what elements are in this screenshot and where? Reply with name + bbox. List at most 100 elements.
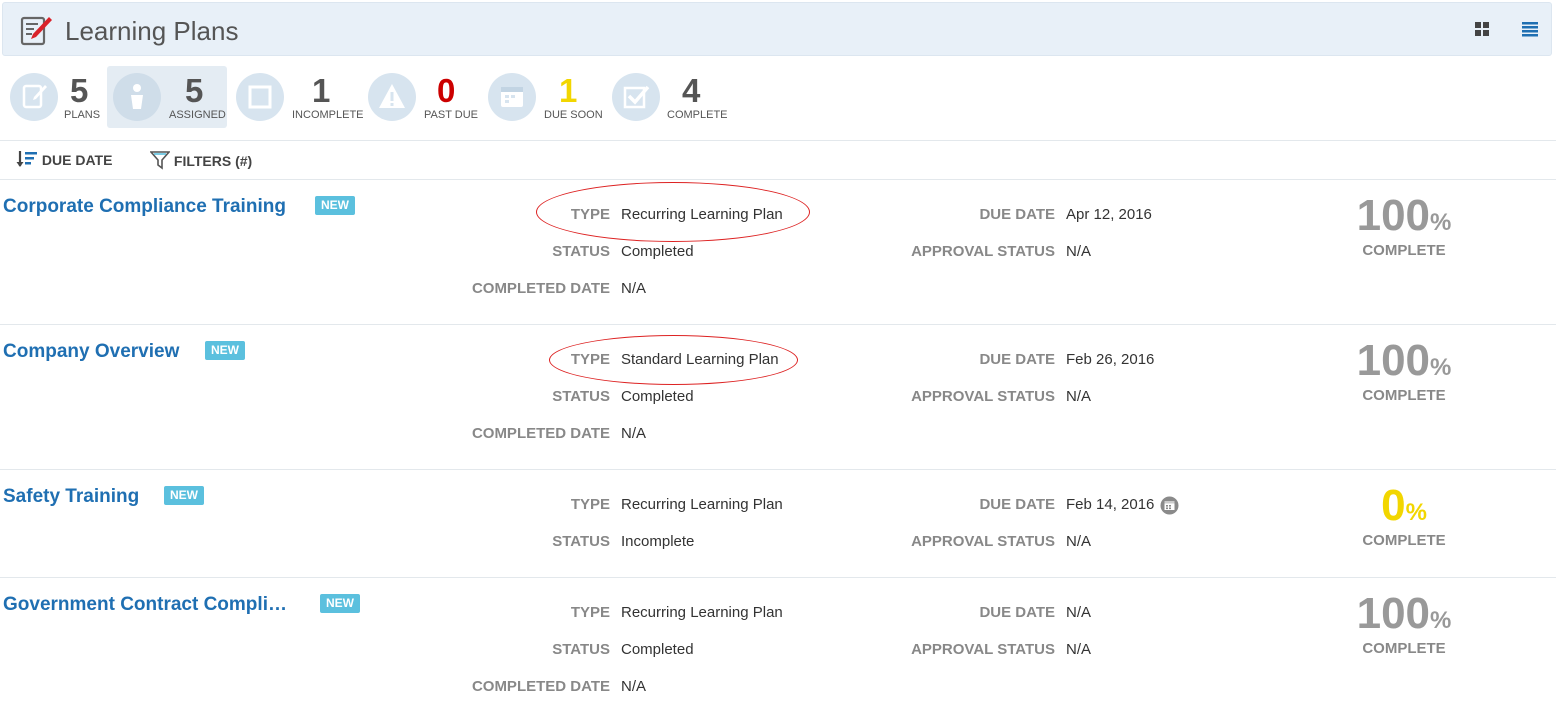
type-value: Recurring Learning Plan [621,496,783,513]
stat-assigned[interactable]: 5 ASSIGNED [107,66,227,128]
plan-title[interactable]: Corporate Compliance Training [3,196,286,218]
divider [0,469,1556,470]
sort-icon [16,151,37,167]
percent-complete: 100% [1304,191,1504,241]
filters-button[interactable]: FILTERS (#) [149,150,253,170]
filters-label: FILTERS (#) [173,153,253,169]
due-soon-calendar-icon [1160,496,1179,515]
stat-value: 1 [559,72,578,109]
annotation-ellipse [549,335,798,385]
divider [0,324,1556,325]
divider [0,179,1556,180]
stat-incomplete[interactable]: 1 INCOMPLETE [234,66,364,128]
due-date-value: Feb 26, 2016 [1066,351,1155,368]
new-badge: NEW [205,341,245,360]
percent-value: 100 [1356,589,1431,638]
status-label: STATUS [552,243,610,260]
type-label: TYPE [570,604,610,621]
checkbox-icon [612,73,660,121]
completed-date-label: COMPLETED DATE [471,425,610,442]
page-header: Learning Plans [2,2,1552,56]
completed-date-label: COMPLETED DATE [471,280,610,297]
percent-complete: 100% [1304,336,1504,386]
type-value: Recurring Learning Plan [621,604,783,621]
sort-label: DUE DATE [41,152,113,168]
stat-label: COMPLETE [667,109,728,121]
approval-status-label: APPROVAL STATUS [911,641,1055,658]
due-date-value: N/A [1066,604,1092,621]
status-label: STATUS [552,641,610,658]
percent-sign: % [1430,209,1452,236]
approval-status-label: APPROVAL STATUS [911,533,1055,550]
stat-label: ASSIGNED [169,109,226,121]
new-badge: NEW [315,196,355,215]
approval-status-value: N/A [1066,641,1092,658]
approval-status-label: APPROVAL STATUS [911,388,1055,405]
percent-sign: % [1405,499,1427,526]
square-icon [236,73,284,121]
calendar-icon [488,73,536,121]
plans-icon [10,73,58,121]
completed-date-value: N/A [621,678,647,695]
plan-title[interactable]: Safety Training [3,486,139,508]
stat-value: 5 [185,72,204,109]
stat-label: DUE SOON [544,109,603,121]
status-value: Completed [621,641,694,658]
new-badge: NEW [320,594,360,613]
stat-label: INCOMPLETE [292,109,364,121]
status-value: Completed [621,243,694,260]
annotation-ellipse [536,182,810,242]
stat-plans[interactable]: 5 PLANS [8,66,103,128]
approval-status-value: N/A [1066,388,1092,405]
stat-label: PAST DUE [424,109,478,121]
percent-value: 100 [1356,191,1431,240]
due-date-label: DUE DATE [979,496,1055,513]
completed-date-label: COMPLETED DATE [471,678,610,695]
stat-past-due[interactable]: 0 PAST DUE [366,66,481,128]
due-date-label: DUE DATE [979,206,1055,223]
stat-value: 1 [312,72,331,109]
plan-title[interactable]: Government Contract Compli… [3,594,287,616]
percent-complete: 0% [1304,481,1504,531]
grid-view-icon[interactable] [1473,20,1491,38]
stat-value: 4 [682,72,701,109]
divider [0,140,1556,141]
stat-value: 0 [437,72,456,109]
stat-label: PLANS [64,109,101,121]
warning-icon [368,73,416,121]
percent-sign: % [1430,354,1452,381]
percent-value: 100 [1356,336,1431,385]
filter-icon [149,151,171,170]
approval-status-value: N/A [1066,533,1092,550]
sort-due-date-button[interactable]: DUE DATE [16,150,112,168]
complete-label: COMPLETE [1362,532,1446,549]
completed-date-value: N/A [621,425,647,442]
stat-value: 5 [70,72,89,109]
learning-plan-icon [20,16,52,46]
due-date-value: Apr 12, 2016 [1066,206,1152,223]
status-value: Completed [621,388,694,405]
approval-status-label: APPROVAL STATUS [911,243,1055,260]
stat-complete[interactable]: 4 COMPLETE [610,66,728,128]
percent-sign: % [1430,607,1452,634]
plan-title[interactable]: Company Overview [3,341,179,363]
complete-label: COMPLETE [1362,242,1446,259]
type-label: TYPE [570,496,610,513]
list-view-icon[interactable] [1521,20,1539,38]
divider [0,577,1556,578]
completed-date-value: N/A [621,280,647,297]
status-label: STATUS [552,388,610,405]
due-date-label: DUE DATE [979,351,1055,368]
status-value: Incomplete [621,533,695,550]
approval-status-value: N/A [1066,243,1092,260]
stat-due-soon[interactable]: 1 DUE SOON [486,66,603,128]
percent-complete: 100% [1304,589,1504,639]
page-title: Learning Plans [65,16,239,46]
percent-value: 0 [1381,481,1406,530]
complete-label: COMPLETE [1362,640,1446,657]
due-date-label: DUE DATE [979,604,1055,621]
status-label: STATUS [552,533,610,550]
new-badge: NEW [164,486,204,505]
user-icon [113,73,161,121]
due-date-value: Feb 14, 2016 [1066,496,1155,513]
